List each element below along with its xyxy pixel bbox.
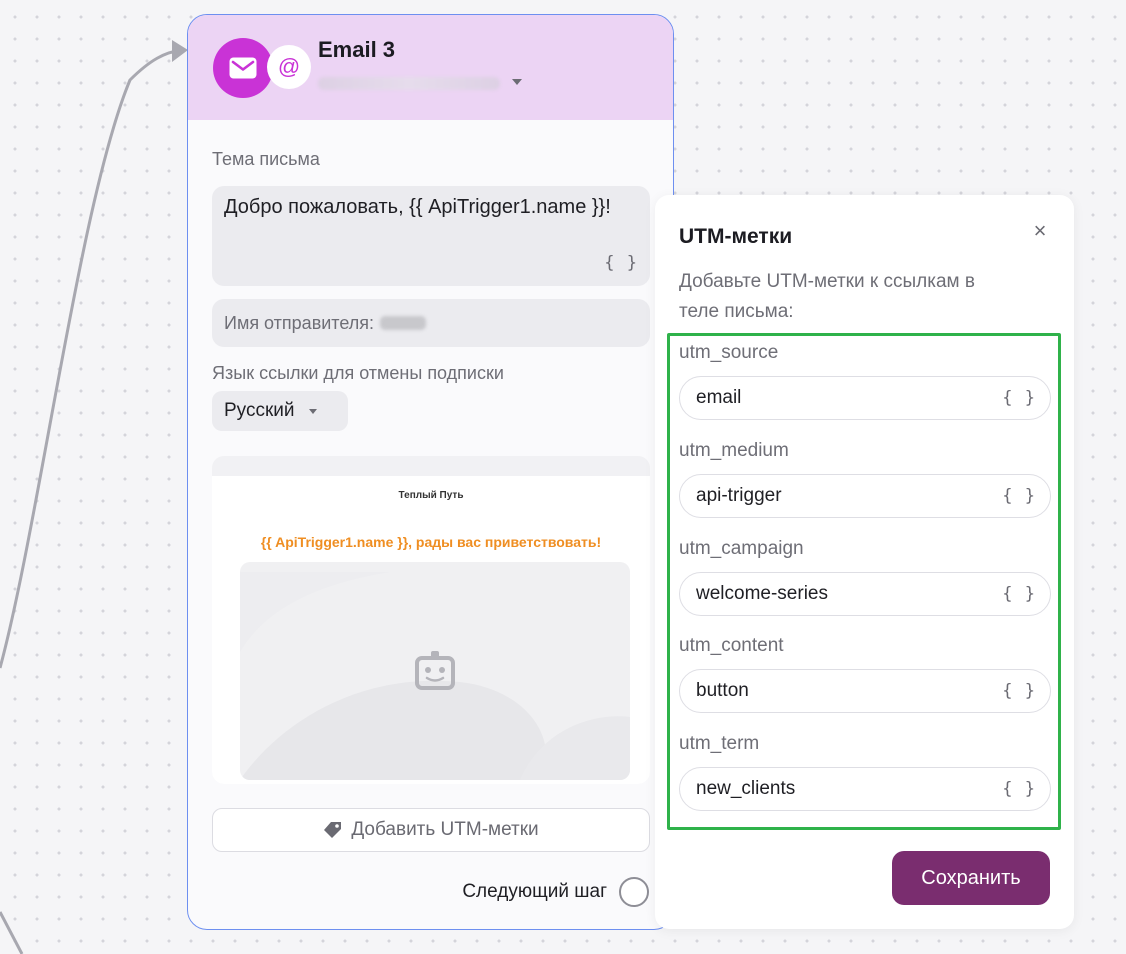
utm-field-label: utm_term <box>679 733 760 754</box>
unsubscribe-language-label: Язык ссылки для отмены подписки <box>212 363 504 383</box>
node-title: Email 3 <box>318 37 396 62</box>
utm-panel-title: UTM-метки <box>679 225 793 248</box>
utm-field-campaign: utm_campaign welcome-series { } <box>679 538 1052 616</box>
utm-field-label: utm_content <box>679 635 784 656</box>
utm-field-source: utm_source email { } <box>679 342 1052 420</box>
braces-icon[interactable]: { } <box>604 250 638 276</box>
chevron-down-icon[interactable] <box>512 79 522 85</box>
subject-value: Добро пожаловать, {{ ApiTrigger1.name }}… <box>224 196 611 218</box>
utm-field-value: api-trigger <box>696 485 782 506</box>
chevron-down-icon <box>308 408 317 414</box>
utm-source-input[interactable]: email { } <box>679 376 1051 420</box>
utm-field-label: utm_source <box>679 342 779 363</box>
preview-brand: Теплый Путь <box>398 490 464 501</box>
utm-field-medium: utm_medium api-trigger { } <box>679 440 1052 518</box>
next-step-connector-handle[interactable] <box>619 877 649 907</box>
add-utm-button[interactable]: Добавить UTM-метки <box>212 808 650 852</box>
email-preview-sheet: Теплый Путь {{ ApiTrigger1.name }}, рады… <box>212 476 650 784</box>
utm-field-content: utm_content button { } <box>679 635 1052 713</box>
preview-greeting: {{ ApiTrigger1.name }}, рады вас приветс… <box>260 534 602 550</box>
utm-field-value: new_clients <box>696 778 796 799</box>
email-node-card[interactable]: @ Email 3 Тема письма Добро пожаловать, … <box>187 14 674 930</box>
channel-selector-value[interactable] <box>318 77 500 90</box>
language-value: Русский <box>224 400 295 421</box>
add-utm-label: Добавить UTM-метки <box>351 819 539 840</box>
utm-field-value: welcome-series <box>696 583 828 604</box>
utm-panel: UTM-метки × Добавьте UTM-метки к ссылкам… <box>655 195 1074 929</box>
sender-name-redacted <box>380 316 427 330</box>
subject-input[interactable]: Добро пожаловать, {{ ApiTrigger1.name }}… <box>212 186 650 286</box>
utm-field-label: utm_campaign <box>679 538 804 559</box>
braces-icon[interactable]: { } <box>1002 388 1036 408</box>
preview-image-placeholder <box>240 562 630 780</box>
utm-field-label: utm_medium <box>679 440 789 461</box>
mail-icon <box>213 38 273 98</box>
utm-campaign-input[interactable]: welcome-series { } <box>679 572 1051 616</box>
utm-field-value: button <box>696 680 749 701</box>
save-button[interactable]: Сохранить <box>892 851 1050 905</box>
sender-label: Имя отправителя: <box>224 312 375 333</box>
utm-content-input[interactable]: button { } <box>679 669 1051 713</box>
sender-name-field[interactable]: Имя отправителя: <box>212 299 650 347</box>
tag-icon <box>324 822 342 838</box>
utm-panel-description: Добавьте UTM-метки к ссылкам в теле пись… <box>679 271 975 322</box>
utm-fields-group: utm_source email { } utm_medium api-trig… <box>667 333 1061 830</box>
braces-icon[interactable]: { } <box>1002 486 1036 506</box>
language-select[interactable]: Русский <box>212 391 348 431</box>
next-step-row[interactable]: Следующий шаг <box>462 877 649 907</box>
close-icon[interactable]: × <box>1028 219 1052 243</box>
braces-icon[interactable]: { } <box>1002 584 1036 604</box>
utm-field-value: email <box>696 387 742 408</box>
subject-label: Тема письма <box>212 149 320 169</box>
arrow-head-icon <box>172 40 188 62</box>
at-icon: @ <box>267 45 311 89</box>
connector-lines <box>0 40 188 954</box>
email-preview[interactable]: Теплый Путь {{ ApiTrigger1.name }}, рады… <box>212 456 650 784</box>
next-step-label: Следующий шаг <box>462 881 607 902</box>
utm-field-term: utm_term new_clients { } <box>679 733 1052 811</box>
utm-medium-input[interactable]: api-trigger { } <box>679 474 1051 518</box>
braces-icon[interactable]: { } <box>1002 779 1036 799</box>
node-header: @ Email 3 <box>188 15 673 120</box>
utm-term-input[interactable]: new_clients { } <box>679 767 1051 811</box>
braces-icon[interactable]: { } <box>1002 681 1036 701</box>
